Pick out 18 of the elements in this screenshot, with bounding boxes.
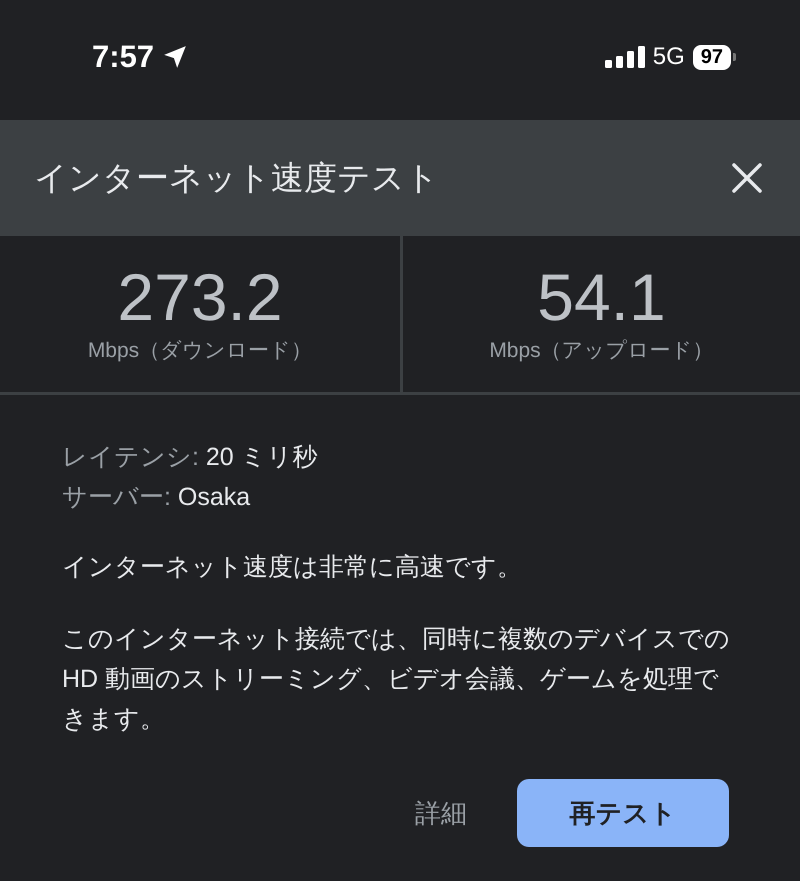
speed-unit: Mbps（ダウンロード）: [88, 338, 312, 364]
dialog-title: インターネット速度テスト: [34, 158, 439, 198]
clock-time: 7:57: [92, 39, 154, 75]
retest-button[interactable]: 再テスト: [517, 779, 729, 847]
detail-value: Osaka: [178, 483, 250, 511]
summary-text: インターネット速度は非常に高速です。: [62, 552, 523, 583]
signal-icon: [604, 45, 645, 69]
network-label: 5G: [652, 43, 685, 71]
detail-value: 20 ミリ秒: [206, 443, 318, 471]
location-arrow-icon: [162, 44, 188, 70]
detail-label: レイテンシ:: [62, 443, 199, 471]
close-icon[interactable]: [730, 161, 764, 195]
description-text: このインターネット接続では、同時に複数のデバイスでの HD 動画のストリーミング、ビデオ会議、ゲームを処理できます。: [62, 624, 731, 735]
speed-unit: Mbps（アップロード）: [489, 338, 714, 364]
details-button[interactable]: 詳細: [415, 796, 467, 830]
detail-label: サーバー:: [62, 483, 171, 511]
speed-value: 54.1: [537, 264, 666, 330]
speed-value: 273.2: [117, 264, 283, 330]
